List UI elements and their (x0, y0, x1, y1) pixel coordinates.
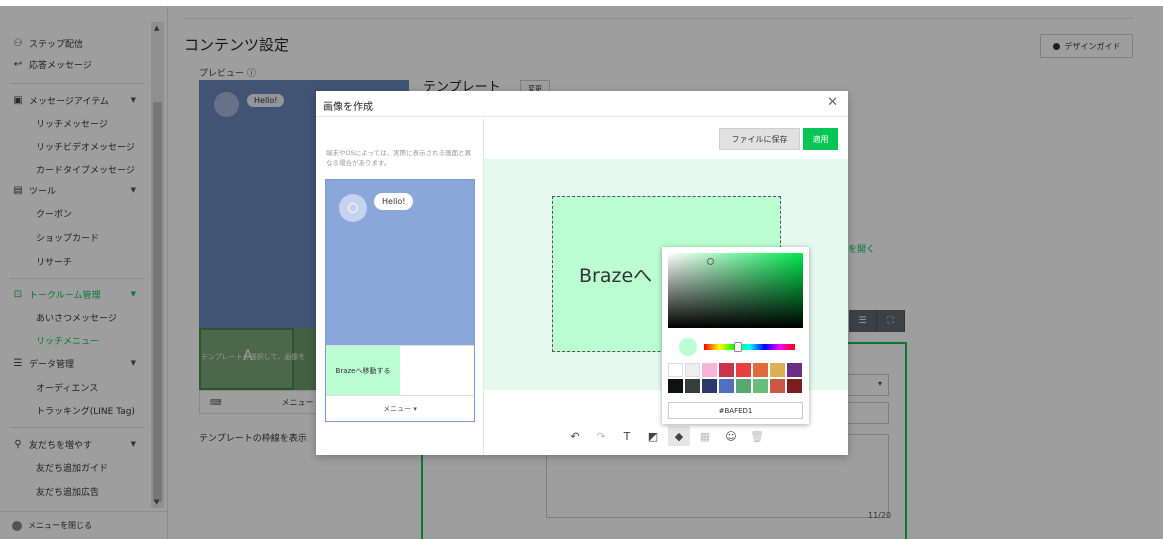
phone-preview: Hello! Brazeへ移動する メニュー ▾ (325, 179, 475, 422)
color-swatch[interactable] (719, 363, 734, 377)
image-icon[interactable]: ◩ (642, 426, 664, 446)
saturation-value-area[interactable] (668, 253, 803, 328)
hue-slider[interactable] (704, 344, 795, 350)
hex-color-input[interactable]: #BAFED1 (668, 402, 803, 419)
modal-header: 画像を作成 ✕ (316, 91, 848, 117)
canvas-text[interactable]: Brazeへ (579, 261, 652, 288)
pattern-icon[interactable]: ▦ (694, 426, 716, 446)
color-swatch[interactable] (736, 363, 751, 377)
color-swatch[interactable] (770, 363, 785, 377)
avatar (339, 194, 367, 222)
color-swatch[interactable] (719, 379, 734, 393)
modal-preview-pane: 端末やOSによっては、実際に表示される画面と異なる場合があります。 Hello!… (316, 118, 484, 455)
rich-menu-cell[interactable]: Brazeへ移動する (326, 346, 400, 396)
current-color-swatch (679, 338, 697, 356)
color-swatch[interactable] (753, 379, 768, 393)
color-swatch[interactable] (668, 363, 683, 377)
undo-icon[interactable]: ↶ (564, 426, 586, 446)
phone-screen: Hello! (326, 180, 474, 345)
user-icon (348, 203, 358, 213)
color-swatch[interactable] (753, 363, 768, 377)
color-swatch[interactable] (702, 379, 717, 393)
phone-rich-menu: Brazeへ移動する (326, 345, 474, 396)
color-swatch[interactable] (787, 379, 802, 393)
color-swatch[interactable] (702, 363, 717, 377)
redo-icon[interactable]: ↷ (590, 426, 612, 446)
close-icon[interactable]: ✕ (827, 95, 838, 110)
emoji-icon[interactable]: ☺ (720, 426, 742, 446)
text-icon[interactable]: T (616, 426, 638, 446)
color-swatch[interactable] (685, 363, 700, 377)
sv-handle[interactable] (707, 258, 714, 265)
color-swatch[interactable] (685, 379, 700, 393)
save-to-file-button[interactable]: ファイルに保存 (719, 128, 800, 150)
color-picker: #BAFED1 (662, 247, 809, 424)
apply-button[interactable]: 適用 (803, 128, 838, 150)
editor-toolbar: ↶ ↷ T ◩ ◆ ▦ ☺ 🗑 (564, 426, 772, 446)
chat-bubble: Hello! (374, 193, 414, 210)
swatch-grid (668, 363, 805, 393)
color-swatch[interactable] (770, 379, 785, 393)
device-notice: 端末やOSによっては、実際に表示される画面と異なる場合があります。 (326, 149, 472, 167)
top-bar (0, 0, 1163, 6)
modal-title: 画像を作成 (323, 102, 373, 113)
color-swatch[interactable] (668, 379, 683, 393)
hue-slider-handle[interactable] (734, 342, 742, 352)
color-swatch[interactable] (736, 379, 751, 393)
color-swatch[interactable] (787, 363, 802, 377)
fill-bucket-icon[interactable]: ◆ (668, 426, 690, 446)
trash-icon[interactable]: 🗑 (746, 426, 768, 446)
phone-menu-bar[interactable]: メニュー ▾ (326, 395, 474, 421)
